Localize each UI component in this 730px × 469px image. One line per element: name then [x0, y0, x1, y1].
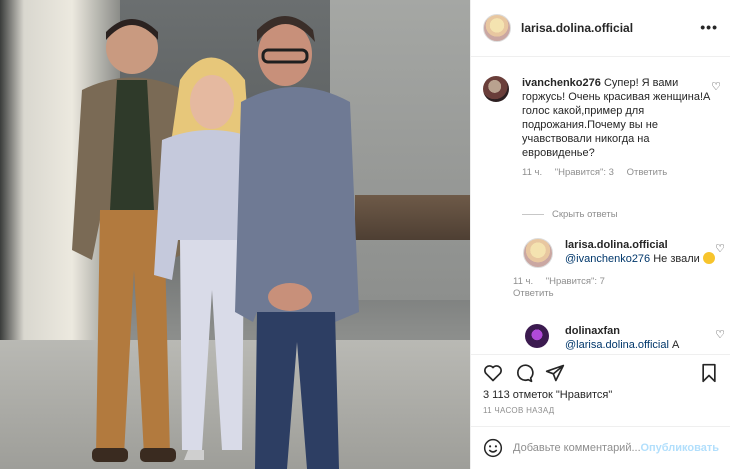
author-avatar[interactable]	[483, 14, 511, 42]
reply-reply-button[interactable]: Ответить	[513, 288, 554, 299]
add-comment-bar: Опубликовать	[471, 426, 730, 469]
reply-button[interactable]: Ответить	[627, 167, 668, 178]
hide-replies-label: Скрыть ответы	[552, 209, 618, 220]
reply-username[interactable]: dolinaxfan	[565, 325, 620, 337]
heart-icon[interactable]	[483, 363, 503, 383]
comment-likes[interactable]: "Нравится": 3	[555, 167, 614, 178]
reply-username[interactable]: larisa.dolina.official	[565, 239, 668, 251]
reply-text: Не звали	[650, 253, 700, 265]
post-photo[interactable]	[0, 0, 470, 469]
likes-count[interactable]: 3 113 отметок "Нравится"	[483, 389, 612, 401]
divider	[522, 213, 544, 215]
reply-meta: 11 ч. "Нравится": 7 Ответить	[513, 276, 723, 300]
comment-username[interactable]: ivanchenko276	[522, 77, 601, 89]
bookmark-icon[interactable]	[699, 363, 719, 383]
author-username[interactable]: larisa.dolina.official	[521, 21, 633, 35]
grinning-emoji-icon	[702, 252, 715, 264]
comment-item: ivanchenko276 Супер! Я вами горжусь! Оче…	[483, 76, 723, 180]
post-sidebar: larisa.dolina.official ••• ivanchenko276…	[470, 0, 730, 469]
publish-button[interactable]: Опубликовать	[640, 442, 719, 454]
comment-icon[interactable]	[514, 363, 534, 383]
background-wood	[355, 195, 470, 240]
like-reply-heart-icon[interactable]: ♡	[715, 242, 725, 255]
like-reply-heart-icon[interactable]: ♡	[715, 328, 725, 341]
like-comment-heart-icon[interactable]: ♡	[711, 80, 721, 93]
post-header: larisa.dolina.official •••	[471, 0, 730, 57]
comments-list[interactable]: ivanchenko276 Супер! Я вами горжусь! Оче…	[471, 58, 730, 354]
reply-item: larisa.dolina.official @ivanchenko276 Не…	[513, 238, 725, 300]
reply-text: А	[668, 339, 680, 351]
post-actions	[471, 354, 730, 388]
reply-item: dolinaxfan @larisa.dolina.official А ♡	[525, 324, 725, 352]
reply-author-avatar[interactable]	[523, 238, 553, 268]
reply-time[interactable]: 11 ч.	[513, 276, 533, 287]
emoji-icon[interactable]	[483, 438, 503, 458]
reply-likes[interactable]: "Нравится": 7	[546, 276, 605, 287]
reply-mention[interactable]: @ivanchenko276	[565, 253, 650, 265]
reply-mention[interactable]: @larisa.dolina.official	[565, 339, 669, 351]
comment-time[interactable]: 11 ч.	[522, 167, 542, 178]
comment-meta: 11 ч. "Нравится": 3 Ответить	[522, 166, 723, 180]
person-right	[235, 16, 359, 469]
post-timestamp[interactable]: 11 ЧАСОВ НАЗАД	[483, 406, 554, 415]
reply-author-avatar[interactable]	[525, 324, 549, 348]
comment-text: Супер! Я вами горжусь! Очень красивая же…	[522, 77, 711, 159]
comment-input[interactable]	[513, 442, 653, 454]
hide-replies-button[interactable]: Скрыть ответы	[522, 209, 618, 220]
share-icon[interactable]	[545, 363, 565, 383]
ellipsis-icon[interactable]: •••	[700, 19, 718, 35]
commenter-avatar[interactable]	[483, 76, 509, 102]
